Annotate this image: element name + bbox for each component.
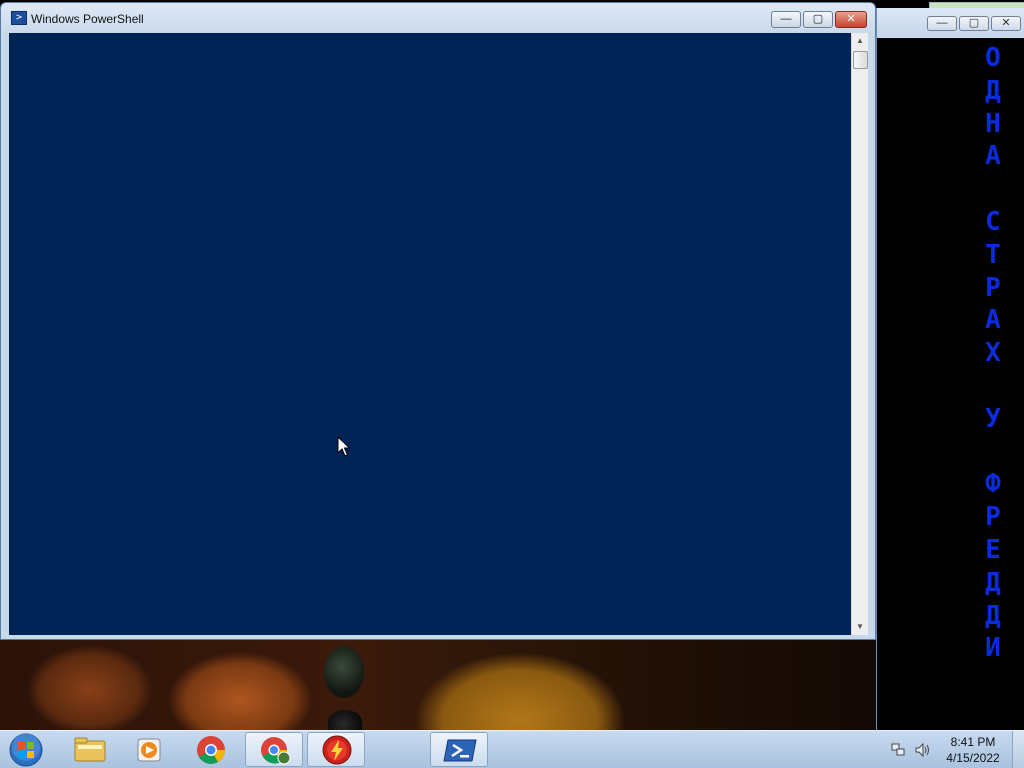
- taskbar-item-windows-explorer[interactable]: [60, 732, 118, 767]
- powershell-icon: [443, 739, 477, 762]
- chrome-user-icon: [261, 737, 291, 765]
- taskbar-item-powershell[interactable]: [430, 732, 488, 767]
- volume-icon[interactable]: [914, 742, 932, 758]
- background-window[interactable]: — ▢ ✕ О Д Н А С Т Р А Х У Ф Р Е Д Д И: [876, 2, 1024, 730]
- console-area[interactable]: [9, 33, 851, 635]
- close-button[interactable]: ✕: [835, 11, 867, 28]
- folder-icon: [74, 737, 106, 762]
- taskbar-item-antivirus[interactable]: [307, 732, 365, 767]
- background-maximize-button[interactable]: ▢: [959, 16, 989, 31]
- clock-date[interactable]: 4/15/2022: [936, 751, 1010, 765]
- windows-logo-icon: [9, 733, 43, 767]
- chrome-icon: [197, 736, 225, 764]
- mouse-cursor-icon: [337, 436, 351, 457]
- powershell-window[interactable]: > Windows PowerShell — ▢ ✕ ▲ ▼: [0, 2, 876, 640]
- game-background-art: [0, 630, 880, 730]
- scroll-down-arrow-icon[interactable]: ▼: [852, 619, 868, 635]
- game-art-button: [324, 646, 364, 698]
- taskbar-item-media-player[interactable]: [120, 732, 178, 767]
- taskbar-item-chrome[interactable]: [182, 732, 240, 767]
- scrollbar-thumb[interactable]: [853, 51, 868, 69]
- clock-time[interactable]: 8:41 PM: [936, 735, 1010, 749]
- maximize-button[interactable]: ▢: [803, 11, 833, 28]
- desktop: — ▢ ✕ О Д Н А С Т Р А Х У Ф Р Е Д Д И > …: [0, 0, 1024, 768]
- show-desktop-button[interactable]: [1012, 731, 1024, 768]
- lightning-icon: [322, 735, 352, 765]
- media-player-icon: [137, 738, 161, 762]
- powershell-titlebar[interactable]: > Windows PowerShell — ▢ ✕: [1, 3, 875, 33]
- background-minimize-button[interactable]: —: [927, 16, 957, 31]
- vertical-scrollbar[interactable]: ▲ ▼: [851, 33, 868, 635]
- scroll-up-arrow-icon[interactable]: ▲: [852, 33, 868, 49]
- minimize-button[interactable]: —: [771, 11, 801, 28]
- vertical-side-text: О Д Н А С Т Р А Х У Ф Р Е Д Д И: [985, 43, 1001, 664]
- window-title: Windows PowerShell: [31, 12, 144, 26]
- background-close-button[interactable]: ✕: [991, 16, 1021, 31]
- start-button[interactable]: [6, 733, 46, 767]
- taskbar: 8:41 PM 4/15/2022: [0, 730, 1024, 768]
- background-window-titlebar[interactable]: — ▢ ✕: [877, 8, 1024, 38]
- taskbar-item-chrome-user[interactable]: [245, 732, 303, 767]
- powershell-icon: >: [11, 11, 27, 25]
- network-icon[interactable]: [890, 742, 906, 758]
